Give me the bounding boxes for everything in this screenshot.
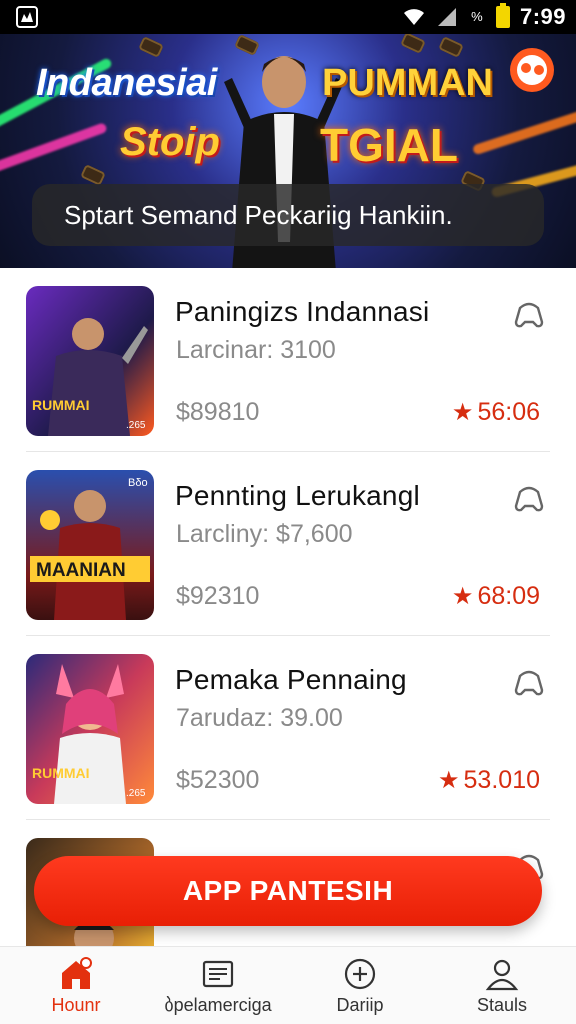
hero-coin xyxy=(400,34,426,54)
list-item[interactable]: RUMMAI .265 Paningizs Indannasi Larcinar… xyxy=(0,268,576,452)
controller-icon[interactable] xyxy=(512,482,546,516)
thumb-corner-text: .265 xyxy=(126,788,146,799)
newspaper-icon xyxy=(202,960,234,988)
game-subtitle: Larcinar: 3100 xyxy=(176,336,336,364)
star-icon: ★ xyxy=(438,767,460,794)
thumb-corner-text: .265 xyxy=(126,420,146,431)
bottom-nav: Hounr ბpelamerciga Dariip Stauls xyxy=(0,946,576,1024)
user-icon xyxy=(485,959,519,991)
home-icon xyxy=(62,957,92,989)
list-item[interactable]: MAANIAN Bδo Pennting Lerukangl Larcliny:… xyxy=(0,452,576,636)
battery-icon xyxy=(495,3,510,28)
star-icon: ★ xyxy=(451,583,474,610)
signal-icon xyxy=(437,8,456,26)
game-thumbnail: RUMMAI .265 xyxy=(26,286,154,436)
star-icon: ★ xyxy=(451,399,474,426)
battery-percent-label: % xyxy=(471,9,483,24)
thumb-text: MAANIAN xyxy=(36,560,126,581)
hero-subtitle-right: TGIAL xyxy=(320,119,458,171)
rating-value: 68:09 xyxy=(477,582,540,610)
game-thumbnail: RUMMAI .265 xyxy=(26,654,154,804)
thumb-text: RUMMAI xyxy=(32,765,90,781)
nav-label: Hounr xyxy=(51,995,101,1015)
list-item[interactable]: RUMMAI .265 Pemaka Pennaing 7arudaz: 39.… xyxy=(0,636,576,820)
rating-value: 53.010 xyxy=(463,766,540,794)
wifi-icon xyxy=(403,9,424,25)
game-title: Paningizs Indannasi xyxy=(175,296,430,327)
game-subtitle: 7arudaz: 39.00 xyxy=(176,704,343,732)
game-price: $89810 xyxy=(176,398,260,426)
game-subtitle: Larcliny: $7,600 xyxy=(176,520,353,548)
nav-label: Dariip xyxy=(336,995,384,1015)
status-time: 7:99 xyxy=(519,4,566,29)
hero-coin xyxy=(80,164,106,186)
hero-light-beam xyxy=(471,102,576,156)
hero-coin xyxy=(438,36,464,58)
hero-caption: Sptart Semand Peckariig Hankiin. xyxy=(32,184,544,246)
thumb-text: RUMMAI xyxy=(32,397,90,413)
nav-label: Stauls xyxy=(476,995,528,1015)
game-title: Pemaka Pennaing xyxy=(175,664,407,695)
plus-circle-icon xyxy=(344,958,376,990)
game-title: Pennting Lerukangl xyxy=(175,480,420,511)
nav-item-home[interactable]: Hounr xyxy=(4,947,148,1024)
game-thumbnail: MAANIAN Bδo xyxy=(26,470,154,620)
thumb-corner-text: Bδo xyxy=(128,477,148,489)
nav-item-profile[interactable]: Stauls xyxy=(430,947,574,1024)
app-notification-icon xyxy=(16,6,38,28)
hero-title-left: Indanesiai xyxy=(36,62,217,104)
hero-brand-badge-icon xyxy=(510,48,554,92)
nav-label: ბpelamerciga xyxy=(164,995,272,1015)
game-rating: ★ 56:06 xyxy=(452,398,540,427)
nav-item-add[interactable]: Dariip xyxy=(288,947,432,1024)
hero-title-right: PUMMAN xyxy=(322,62,493,104)
nav-item-news[interactable]: ბpelamerciga xyxy=(146,947,290,1024)
rating-value: 56:06 xyxy=(477,398,540,426)
game-price: $52300 xyxy=(176,766,260,794)
hero-banner[interactable]: Indanesiai PUMMAN Stoip TGIAL Sptart Sem… xyxy=(0,34,576,268)
game-price: $92310 xyxy=(176,582,260,610)
hero-subtitle-left: Stoip xyxy=(120,120,220,164)
hero-coin xyxy=(138,36,164,58)
status-bar: % 7:99 xyxy=(0,0,576,34)
controller-icon[interactable] xyxy=(512,298,546,332)
game-rating: ★ 53.010 xyxy=(438,766,540,795)
app-cta-button[interactable]: APP PANTESIH xyxy=(34,856,542,926)
controller-icon[interactable] xyxy=(512,666,546,700)
game-rating: ★ 68:09 xyxy=(452,582,540,611)
